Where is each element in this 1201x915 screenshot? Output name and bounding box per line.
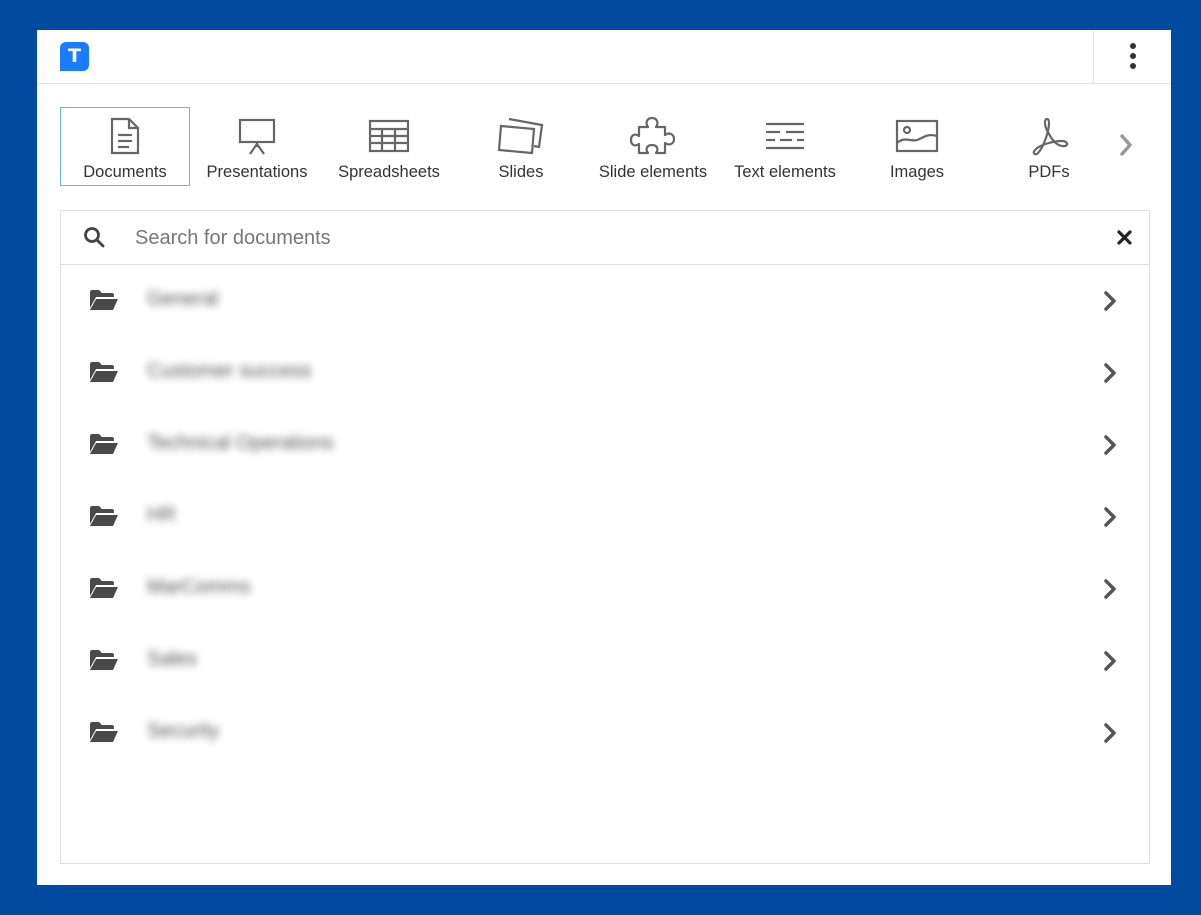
tab-slides[interactable]: Slides: [456, 107, 586, 186]
folder-open-icon: [90, 362, 118, 382]
tab-text-elements[interactable]: Text elements: [720, 107, 850, 186]
folder-name: Sales: [147, 648, 198, 670]
spreadsheet-icon: [368, 119, 410, 153]
tab-presentations[interactable]: Presentations: [192, 107, 322, 186]
chevron-right-icon: [1104, 363, 1116, 383]
folder-row[interactable]: General: [61, 265, 1149, 337]
tab-presentations-label: Presentations: [206, 163, 308, 181]
folder-open-icon: [90, 650, 118, 670]
document-icon: [110, 117, 140, 155]
image-icon: [895, 119, 939, 153]
text-lines-icon: [766, 122, 804, 150]
picker-panel: T Documents Presentations Spreadsheets S…: [37, 30, 1171, 885]
tab-slide-elements-label: Slide elements: [598, 163, 708, 181]
search-input[interactable]: [133, 221, 1077, 256]
folder-name: HR: [147, 504, 176, 526]
tab-documents-label: Documents: [83, 163, 167, 181]
more-options-button[interactable]: [1093, 30, 1171, 83]
tabs-scroll-right-button[interactable]: [1114, 130, 1138, 160]
slides-icon: [497, 117, 544, 155]
presentation-icon: [238, 118, 276, 155]
chevron-right-icon: [1104, 435, 1116, 455]
folder-open-icon: [90, 578, 118, 598]
tab-documents[interactable]: Documents: [60, 107, 190, 186]
folder-list: General Customer success Technical Opera…: [61, 265, 1149, 769]
folder-open-icon: [90, 722, 118, 742]
folder-name: General: [147, 288, 219, 310]
folder-name: MarComms: [147, 576, 251, 598]
search-icon: [84, 227, 105, 248]
folder-row[interactable]: Sales: [61, 625, 1149, 697]
tab-images[interactable]: Images: [852, 107, 982, 186]
folder-open-icon: [90, 506, 118, 526]
content-type-tabs: Documents Presentations Spreadsheets Sli…: [60, 107, 1150, 188]
folder-open-icon: [90, 434, 118, 454]
search-bar: [61, 211, 1149, 265]
chevron-right-icon: [1104, 507, 1116, 527]
folder-row[interactable]: HR: [61, 481, 1149, 553]
folder-row[interactable]: Customer success: [61, 337, 1149, 409]
folder-browser: General Customer success: [60, 210, 1150, 864]
top-bar: T: [37, 30, 1171, 84]
folder-row[interactable]: MarComms: [61, 553, 1149, 625]
folder-row[interactable]: Security: [61, 697, 1149, 769]
app-logo: T: [60, 42, 89, 71]
folder-row[interactable]: Technical Operations: [61, 409, 1149, 481]
folder-name: Security: [147, 720, 220, 742]
tab-spreadsheets-label: Spreadsheets: [338, 163, 440, 181]
chevron-right-icon: [1104, 723, 1116, 743]
folder-open-icon: [90, 290, 118, 310]
puzzle-icon: [629, 116, 676, 155]
tab-pdfs-label: PDFs: [1028, 163, 1070, 181]
chevron-right-icon: [1104, 291, 1116, 311]
tab-spreadsheets[interactable]: Spreadsheets: [324, 107, 454, 186]
clear-search-icon[interactable]: [1117, 230, 1132, 245]
tab-images-label: Images: [889, 163, 945, 181]
chevron-right-icon: [1104, 579, 1116, 599]
tab-pdfs[interactable]: PDFs: [984, 107, 1114, 186]
chevron-right-icon: [1104, 651, 1116, 671]
tab-slides-label: Slides: [498, 163, 544, 181]
folder-name: Technical Operations: [147, 432, 334, 454]
tab-text-elements-label: Text elements: [734, 163, 836, 181]
tab-slide-elements[interactable]: Slide elements: [588, 107, 718, 186]
more-vertical-icon: [1129, 42, 1136, 69]
pdf-icon: [1032, 117, 1069, 156]
chevron-right-icon: [1120, 134, 1132, 156]
folder-name: Customer success: [147, 360, 312, 382]
